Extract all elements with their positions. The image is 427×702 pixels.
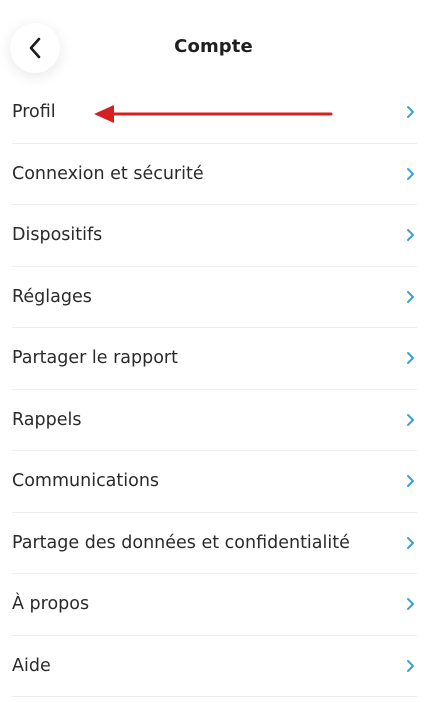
red-arrow-icon bbox=[94, 105, 333, 123]
chevron-right-icon bbox=[407, 167, 414, 180]
menu-item-label: Profil bbox=[12, 102, 56, 123]
menu-item-label: Aide bbox=[12, 655, 51, 676]
chevron-right-icon bbox=[407, 659, 414, 672]
menu-item-communications[interactable]: Communications bbox=[12, 451, 417, 513]
chevron-right-icon bbox=[407, 106, 414, 119]
menu-item-label: Connexion et sécurité bbox=[12, 163, 204, 184]
menu-item-label: Réglages bbox=[12, 286, 92, 307]
chevron-right-icon bbox=[407, 229, 414, 242]
header: Compte bbox=[0, 0, 427, 88]
menu-item-reglages[interactable]: Réglages bbox=[12, 267, 417, 328]
menu-item-label: À propos bbox=[12, 594, 90, 615]
menu-item-label: Communications bbox=[12, 471, 160, 492]
menu-item-label: Dispositifs bbox=[12, 225, 103, 246]
menu-list: Profil Connexion et sécurité Dispositifs… bbox=[0, 82, 427, 697]
menu-item-label: Partage des données et confidentialité bbox=[12, 532, 350, 553]
menu-item-dispositifs[interactable]: Dispositifs bbox=[12, 205, 417, 267]
menu-item-label: Partager le rapport bbox=[12, 348, 178, 369]
menu-item-partage-donnees[interactable]: Partage des données et confidentialité bbox=[12, 513, 417, 574]
menu-item-rappels[interactable]: Rappels bbox=[12, 390, 417, 451]
chevron-right-icon bbox=[407, 536, 414, 549]
chevron-right-icon bbox=[407, 475, 414, 488]
menu-item-aide[interactable]: Aide bbox=[12, 636, 417, 697]
menu-item-label: Rappels bbox=[12, 409, 82, 430]
page-title: Compte bbox=[174, 36, 253, 57]
menu-item-partager-rapport[interactable]: Partager le rapport bbox=[12, 328, 417, 390]
menu-item-a-propos[interactable]: À propos bbox=[12, 574, 417, 636]
chevron-right-icon bbox=[407, 598, 414, 611]
chevron-right-icon bbox=[407, 290, 414, 303]
chevron-right-icon bbox=[407, 413, 414, 426]
chevron-right-icon bbox=[407, 352, 414, 365]
menu-item-connexion-securite[interactable]: Connexion et sécurité bbox=[12, 144, 417, 205]
